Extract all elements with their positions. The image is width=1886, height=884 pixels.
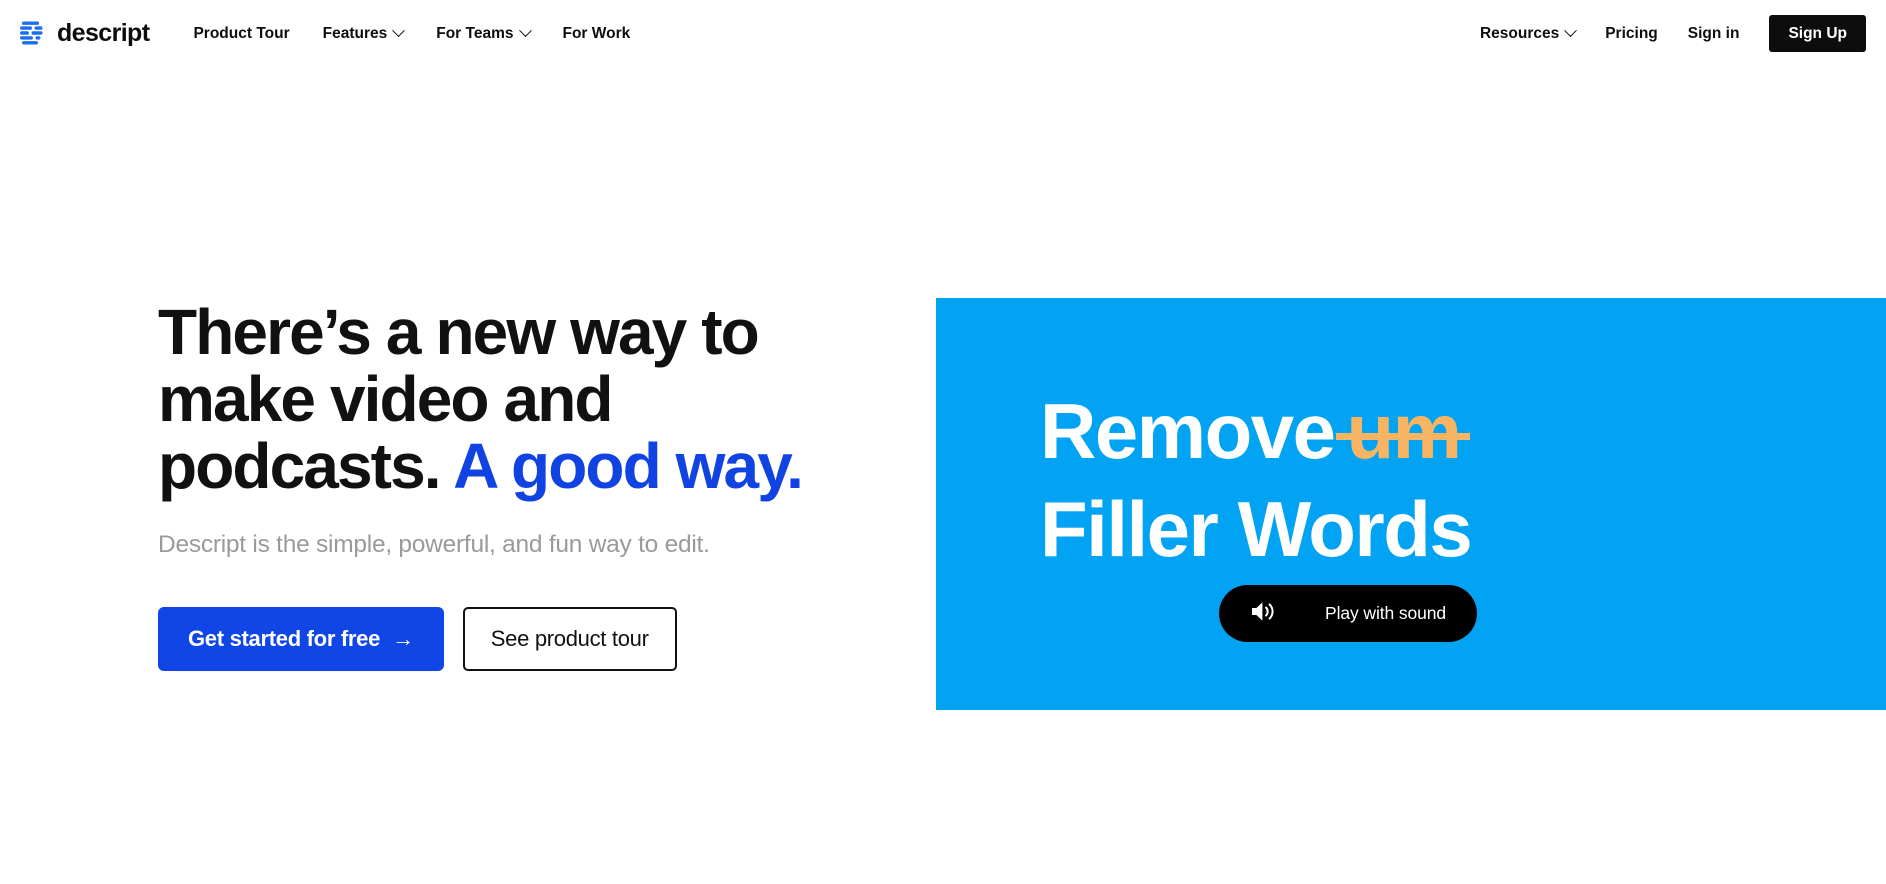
video-headline-struck-um: um xyxy=(1336,387,1471,475)
brand-name-text: descript xyxy=(57,19,150,47)
nav-item-resources[interactable]: Resources xyxy=(1479,17,1578,51)
play-with-sound-button[interactable]: Play with sound xyxy=(1219,585,1478,642)
nav-item-label: Sign in xyxy=(1687,24,1740,42)
chevron-down-icon xyxy=(1564,24,1578,38)
headline-line-1: There’s a new way to xyxy=(158,296,760,368)
video-headline-word-remove: Remove xyxy=(1040,387,1336,475)
headline-line-3-accent: A good way. xyxy=(453,429,804,502)
nav-right-group: Resources Pricing Sign in Sign Up xyxy=(1479,14,1886,53)
nav-item-label: Resources xyxy=(1479,24,1560,42)
top-navigation-bar: descript Product Tour Features For Teams… xyxy=(0,0,1886,67)
hero-video-card[interactable]: Remove um Filler Words Play with sound xyxy=(936,298,1886,710)
primary-cta-label: Get started for free xyxy=(188,625,381,651)
headline-line-2: make video and xyxy=(158,362,613,435)
nav-item-for-teams[interactable]: For Teams xyxy=(436,17,532,51)
nav-item-sign-in[interactable]: Sign in xyxy=(1688,17,1740,51)
nav-item-label: Features xyxy=(322,24,388,42)
headline-line-3-plain: podcasts. xyxy=(158,429,442,502)
nav-item-product-tour[interactable]: Product Tour xyxy=(193,17,289,51)
nav-item-label: Product Tour xyxy=(193,24,290,42)
hero-subheading: Descript is the simple, powerful, and fu… xyxy=(158,530,710,558)
page-title: There’s a new way to make video and podc… xyxy=(158,299,878,500)
hero-cta-row: Get started for free → See product tour xyxy=(158,606,878,671)
sign-up-button[interactable]: Sign Up xyxy=(1769,14,1866,53)
nav-item-features[interactable]: Features xyxy=(322,17,406,51)
see-product-tour-button[interactable]: See product tour xyxy=(462,606,677,671)
hero-copy-block: There’s a new way to make video and podc… xyxy=(158,299,878,671)
video-headline-line-1: Remove um xyxy=(1040,387,1471,475)
nav-left-group: descript Product Tour Features For Teams… xyxy=(0,17,630,51)
nav-item-label: For Teams xyxy=(436,24,514,42)
brand-logo-link[interactable]: descript xyxy=(20,19,150,47)
chevron-down-icon xyxy=(392,24,406,38)
hero-section: There’s a new way to make video and podc… xyxy=(0,67,1886,884)
get-started-for-free-button[interactable]: Get started for free → xyxy=(158,606,444,671)
descript-waveform-logo-icon xyxy=(20,21,48,47)
secondary-cta-label: See product tour xyxy=(490,625,649,651)
arrow-right-icon: → xyxy=(392,625,414,651)
chevron-down-icon xyxy=(518,24,532,38)
primary-nav-links: Product Tour Features For Teams For Work xyxy=(193,17,630,51)
video-headline-line-2: Filler Words xyxy=(1040,485,1473,573)
nav-item-label: Pricing xyxy=(1605,24,1658,42)
nav-item-label: For Work xyxy=(562,24,631,42)
nav-item-for-work[interactable]: For Work xyxy=(563,17,631,51)
play-with-sound-label: Play with sound xyxy=(1325,603,1447,623)
nav-item-pricing[interactable]: Pricing xyxy=(1605,17,1658,51)
speaker-sound-icon xyxy=(1250,600,1277,628)
